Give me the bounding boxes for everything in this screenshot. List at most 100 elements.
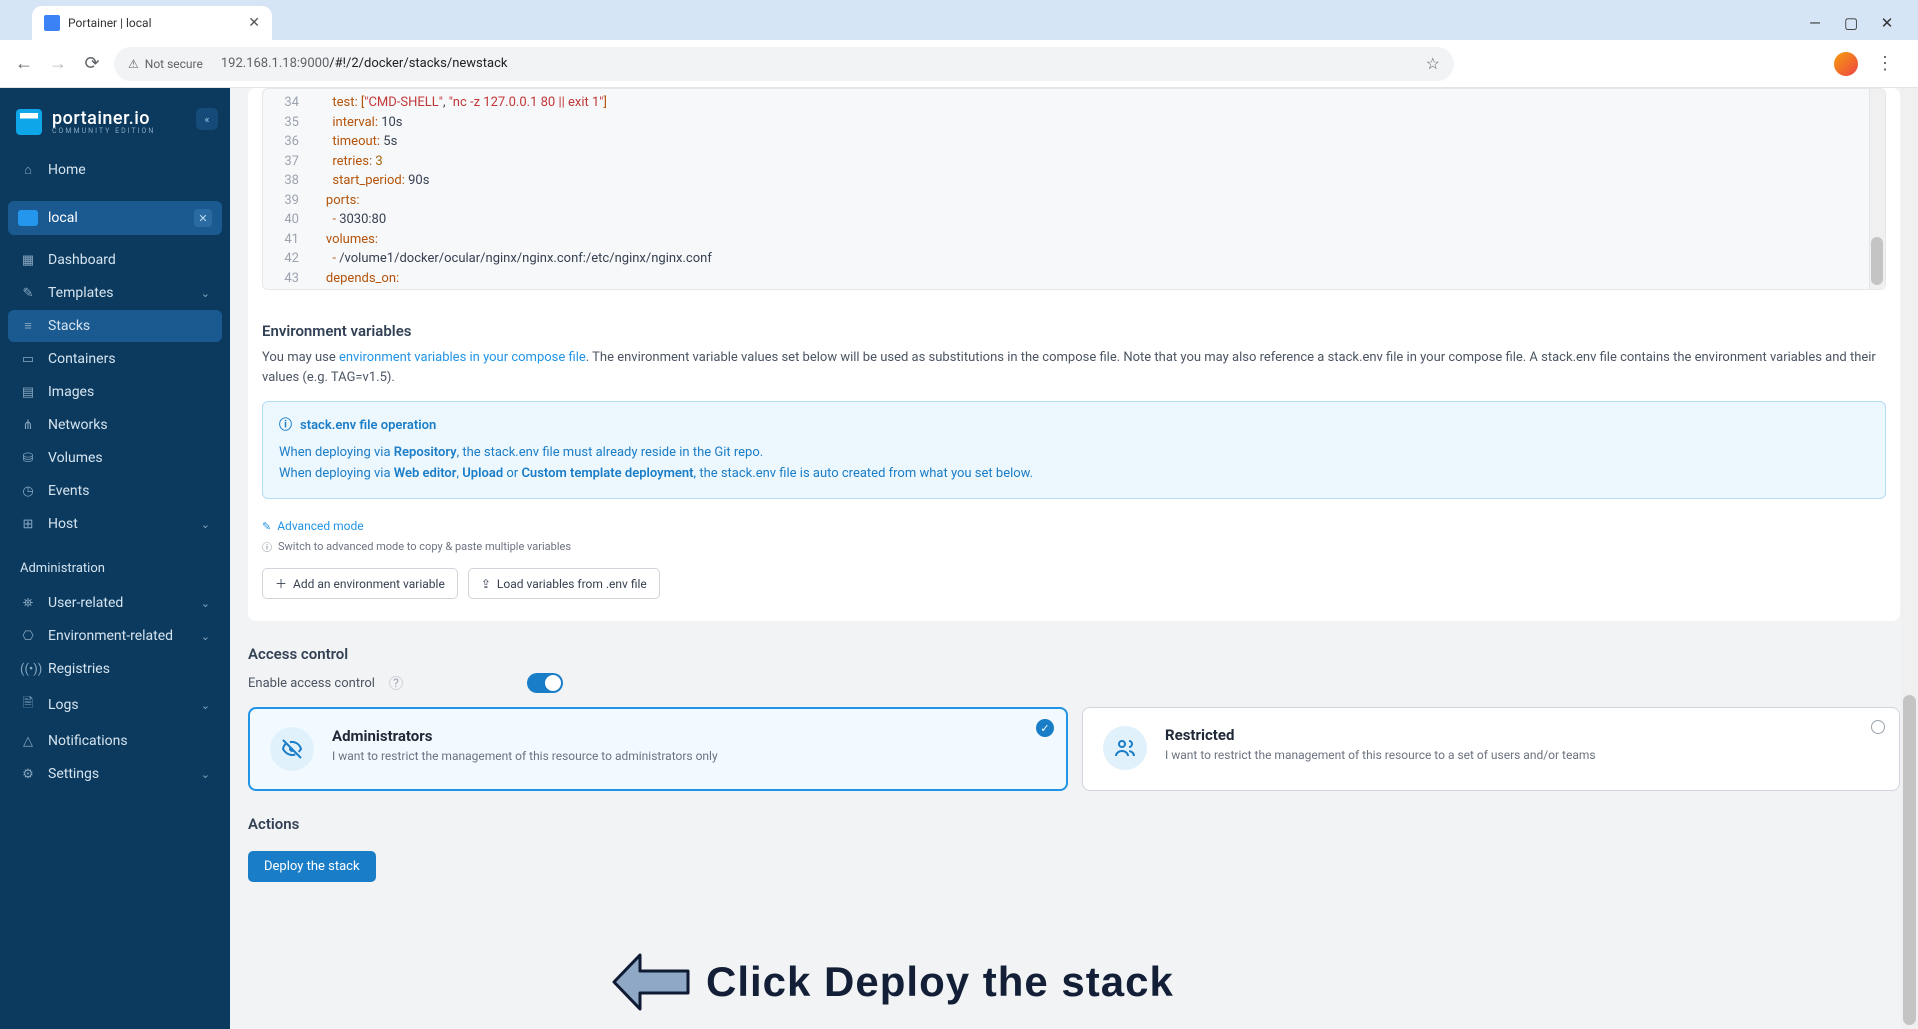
nav-label: Home <box>48 162 86 178</box>
nav-label: Dashboard <box>48 252 116 268</box>
nav-icon: ⎔ <box>20 629 36 644</box>
nav-icon: 🗎 <box>20 694 36 716</box>
unselected-radio-icon <box>1871 720 1885 734</box>
sidebar-item-networks[interactable]: ⋔ Networks <box>8 409 222 441</box>
tab-title: Portainer | local <box>68 16 240 30</box>
editor-scrollbar-thumb[interactable] <box>1871 237 1883 285</box>
browser-tab-strip: Portainer | local ✕ — ▢ ✕ <box>0 0 1918 40</box>
help-icon[interactable]: ? <box>389 676 403 690</box>
nav-label: User-related <box>48 595 123 611</box>
advanced-mode-hint: Switch to advanced mode to copy & paste … <box>248 539 1900 564</box>
back-icon[interactable]: ← <box>12 52 36 76</box>
nav-home[interactable]: ⌂ Home <box>8 154 222 186</box>
nav-icon: ⋔ <box>20 418 36 433</box>
nav-icon: ((•)) <box>20 662 36 677</box>
access-control-toggle[interactable] <box>527 673 563 693</box>
sidebar-item-notifications[interactable]: △Notifications <box>8 725 222 757</box>
editor-scrollbar[interactable] <box>1869 89 1885 289</box>
not-secure-badge[interactable]: ⚠ Not secure <box>128 57 203 71</box>
code-line: 41 volumes: <box>263 230 1885 250</box>
nav-label: Volumes <box>48 450 103 466</box>
sidebar-item-images[interactable]: ▤Images <box>8 376 222 408</box>
close-window-icon[interactable]: ✕ <box>1880 14 1894 32</box>
load-env-file-button[interactable]: ⇪ Load variables from .env file <box>468 568 660 599</box>
deploy-stack-button[interactable]: Deploy the stack <box>248 851 376 882</box>
sidebar-item-user-related[interactable]: ⛯User-related⌄ <box>8 587 222 619</box>
toggle-label: Enable access control <box>248 676 375 691</box>
url-field[interactable]: ⚠ Not secure 192.168.1.18:9000/#!/2/dock… <box>114 47 1454 81</box>
tutorial-annotation: Click Deploy the stack <box>610 951 1174 1013</box>
sidebar-item-stacks[interactable]: ≡ Stacks <box>8 310 222 342</box>
collapse-sidebar-icon[interactable]: « <box>196 108 218 130</box>
code-line: 40 - 3030:80 <box>263 210 1885 230</box>
nav-icon: △ <box>20 734 36 749</box>
sidebar-item-settings[interactable]: ⚙Settings⌄ <box>8 758 222 790</box>
nav-icon: ◷ <box>20 484 36 499</box>
chevron-down-icon: ⌄ <box>201 518 210 531</box>
sidebar-item-volumes[interactable]: ⛁ Volumes <box>8 442 222 474</box>
nav-icon: ▦ <box>20 253 36 268</box>
nav-label: Environment-related <box>48 628 173 644</box>
not-secure-label: Not secure <box>145 57 203 71</box>
tab-favicon-icon <box>44 15 60 31</box>
docker-icon <box>18 210 38 226</box>
sidebar-item-templates[interactable]: ✎Templates⌄ <box>8 277 222 309</box>
code-line: 37 retries: 3 <box>263 152 1885 172</box>
chevron-down-icon: ⌄ <box>201 597 210 610</box>
brand-logo[interactable]: portainer.io COMMUNITY EDITION <box>8 102 222 153</box>
env-vars-docs-link[interactable]: environment variables in your compose fi… <box>339 350 586 365</box>
button-label: Load variables from .env file <box>497 577 647 591</box>
env-vars-description: You may use environment variables in you… <box>248 348 1900 387</box>
sidebar-item-registries[interactable]: ((•))Registries <box>8 653 222 685</box>
access-option-restricted[interactable]: Restricted I want to restrict the manage… <box>1082 707 1900 791</box>
stack-env-info-box: stack.env file operation When deploying … <box>262 401 1886 499</box>
sidebar-item-environment-related[interactable]: ⎔ Environment-related ⌄ <box>8 620 222 652</box>
maximize-icon[interactable]: ▢ <box>1844 14 1858 32</box>
environment-pill[interactable]: local ✕ <box>8 201 222 235</box>
warning-icon: ⚠ <box>128 57 139 71</box>
nav-icon: ⛁ <box>20 451 36 466</box>
code-editor[interactable]: 34 test: ["CMD-SHELL", "nc -z 127.0.0.1 … <box>262 88 1886 290</box>
card-description: I want to restrict the management of thi… <box>1165 748 1596 762</box>
sidebar-item-dashboard[interactable]: ▦ Dashboard <box>8 244 222 276</box>
main-content: 34 test: ["CMD-SHELL", "nc -z 127.0.0.1 … <box>230 88 1918 1029</box>
brand-name: portainer.io <box>52 108 155 129</box>
arrow-left-icon <box>610 951 692 1013</box>
bookmark-star-icon[interactable]: ☆ <box>1426 54 1440 73</box>
add-env-var-button[interactable]: ＋ Add an environment variable <box>262 568 458 599</box>
chevron-down-icon: ⌄ <box>201 699 210 712</box>
code-line: 36 timeout: 5s <box>263 132 1885 152</box>
browser-menu-icon[interactable]: ⋮ <box>1876 53 1894 74</box>
sidebar-item-logs[interactable]: 🗎 Logs ⌄ <box>8 686 222 724</box>
chevron-down-icon: ⌄ <box>201 630 210 643</box>
tab-close-icon[interactable]: ✕ <box>248 15 260 31</box>
sidebar-item-events[interactable]: ◷Events <box>8 475 222 507</box>
sidebar-item-containers[interactable]: ▭Containers <box>8 343 222 375</box>
nav-icon: ✎ <box>20 286 36 301</box>
access-option-administrators[interactable]: Administrators I want to restrict the ma… <box>248 707 1068 791</box>
nav-icon: ▤ <box>20 385 36 400</box>
reload-icon[interactable]: ⟳ <box>80 52 104 76</box>
clear-environment-icon[interactable]: ✕ <box>194 209 212 227</box>
browser-tab[interactable]: Portainer | local ✕ <box>32 6 272 40</box>
page-scrollbar-thumb[interactable] <box>1903 695 1916 1025</box>
nav-label: Logs <box>48 697 79 713</box>
nav-icon: ≡ <box>20 318 36 334</box>
nav-label: Networks <box>48 417 108 433</box>
sidebar-item-host[interactable]: ⊞Host⌄ <box>8 508 222 540</box>
info-title: stack.env file operation <box>279 416 1869 437</box>
card-title: Restricted <box>1165 726 1596 744</box>
users-icon <box>1103 726 1147 770</box>
url-text: 192.168.1.18:9000/#!/2/docker/stacks/new… <box>221 56 508 71</box>
profile-avatar-icon[interactable] <box>1834 52 1858 76</box>
pencil-icon: ✎ <box>262 520 271 533</box>
nav-label: Stacks <box>48 318 90 334</box>
advanced-mode-toggle[interactable]: ✎ Advanced mode <box>248 513 1900 539</box>
minimize-icon[interactable]: — <box>1808 14 1822 32</box>
card-title: Administrators <box>332 727 718 745</box>
nav-label: Host <box>48 516 78 532</box>
nav-label: Templates <box>48 285 114 301</box>
code-line: 34 test: ["CMD-SHELL", "nc -z 127.0.0.1 … <box>263 93 1885 113</box>
environment-name: local <box>48 210 184 226</box>
page-scrollbar[interactable] <box>1901 88 1918 1029</box>
